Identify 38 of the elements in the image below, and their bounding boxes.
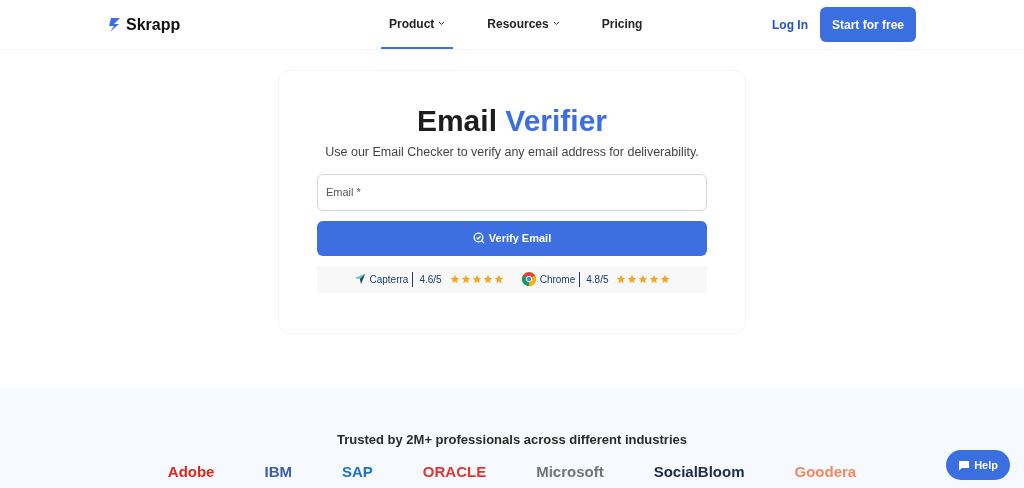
company-logo: SocialBloom: [653, 463, 745, 480]
nav-link[interactable]: Pricing: [593, 0, 651, 49]
verify-button[interactable]: Verify Email: [317, 220, 707, 256]
company-logo: Adobe: [167, 463, 215, 480]
chrome-icon: [521, 272, 536, 287]
logo-text: Skrapp: [126, 14, 181, 35]
help-button[interactable]: Help: [946, 450, 1010, 480]
page-title: Email Verifier: [416, 103, 608, 139]
company-logo: Goodera: [794, 463, 857, 480]
subtitle: Use our Email Checker to verify any email address for deliverability.: [325, 144, 699, 161]
check-search-icon: [472, 232, 485, 245]
rating-score: 4.6/5: [419, 272, 442, 287]
company-logo: Microsoft: [536, 463, 604, 480]
star-icon: [493, 274, 504, 285]
logo-icon: [108, 17, 122, 32]
chat-icon: [958, 459, 971, 471]
star-icon: [638, 274, 649, 285]
star-icon: [660, 274, 671, 285]
star-icon: [616, 274, 627, 285]
star-icon: [627, 274, 638, 285]
nav-link[interactable]: Product: [381, 0, 454, 49]
rating-score: 4.8/5: [586, 272, 609, 287]
email-field[interactable]: Email *: [317, 173, 707, 211]
star-icon: [649, 274, 660, 285]
star-icon: [460, 274, 471, 285]
rating-source: Capterra: [369, 271, 414, 287]
company-logo: IBM: [264, 463, 292, 480]
nav-link[interactable]: Resources: [479, 0, 568, 49]
company-logo: SAP: [341, 463, 373, 480]
login-link[interactable]: Log In: [771, 15, 808, 34]
star-icon: [449, 274, 460, 285]
arrow-icon: [353, 273, 366, 286]
trusted-heading: Trusted by 2M+ professionals across different industries: [337, 431, 687, 449]
company-logo: ORACLE: [422, 463, 487, 480]
rating-source: Chrome: [539, 271, 581, 287]
start-button[interactable]: Start for free: [819, 7, 916, 42]
star-icon: [471, 274, 482, 285]
star-icon: [482, 274, 493, 285]
